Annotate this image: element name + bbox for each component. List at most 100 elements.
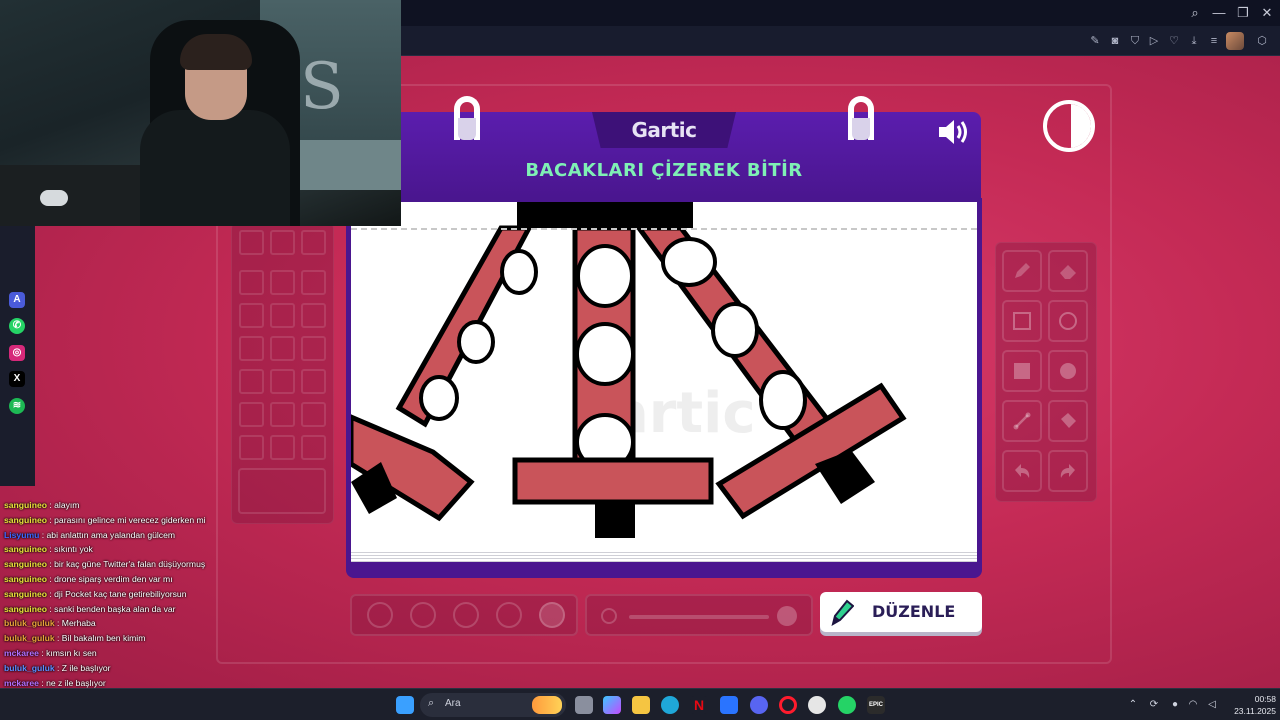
color-swatch[interactable] — [239, 336, 264, 361]
mail-icon[interactable] — [720, 696, 738, 714]
instagram-icon[interactable]: ◎ — [9, 345, 25, 361]
chat-username[interactable]: sanguineo — [4, 559, 47, 569]
netflix-icon[interactable]: N — [690, 696, 708, 714]
volume-icon[interactable]: ◁ — [1206, 699, 1218, 711]
prompt-text: BACAKLARI ÇİZEREK BİTİR — [525, 160, 803, 181]
square-outline-icon[interactable] — [1002, 300, 1042, 342]
brush-size-2[interactable] — [410, 602, 436, 628]
steam-icon[interactable] — [808, 696, 826, 714]
camera-icon[interactable]: ◙ — [1107, 33, 1123, 49]
x-icon[interactable]: X — [9, 371, 25, 387]
edit-button-label: DÜZENLE — [872, 602, 956, 621]
edit-button[interactable]: DÜZENLE — [820, 592, 982, 632]
chat-message: sanguineo : alayım — [4, 500, 80, 510]
chat-username[interactable]: sanguineo — [4, 574, 47, 584]
heart-icon[interactable]: ♡ — [1166, 33, 1182, 49]
chat-message: buluk_guluk : Merhaba — [4, 618, 96, 629]
task-view-icon[interactable] — [575, 696, 593, 714]
extension-icon[interactable]: ⬡ — [1254, 33, 1270, 49]
whatsapp-icon[interactable]: ✆ — [9, 318, 25, 334]
color-swatch[interactable] — [239, 230, 264, 255]
search-box[interactable]: ⌕ Ara — [420, 693, 566, 717]
color-swatch[interactable] — [270, 369, 295, 394]
chat-username[interactable]: buluk_guluk — [4, 663, 55, 673]
color-swatch[interactable] — [239, 435, 264, 460]
color-swatch[interactable] — [270, 303, 295, 328]
play-icon[interactable]: ▷ — [1146, 33, 1162, 49]
chat-message: sanguineo : sıkıntı yok — [4, 544, 93, 555]
color-swatch[interactable] — [239, 369, 264, 394]
opera-icon[interactable] — [779, 696, 797, 714]
drawing-canvas[interactable]: artic — [351, 202, 977, 562]
chat-username[interactable]: mckaree — [4, 678, 39, 688]
chat-username[interactable]: buluk_guluk — [4, 633, 55, 643]
clock[interactable]: 00:58 23.11.2025 — [1226, 693, 1276, 717]
speaker-icon[interactable] — [936, 116, 972, 148]
chat-username[interactable]: sanguineo — [4, 544, 47, 554]
color-swatch[interactable] — [239, 303, 264, 328]
copilot-icon[interactable] — [603, 696, 621, 714]
chevron-up-icon[interactable]: ⌃ — [1127, 699, 1139, 711]
file-explorer-icon[interactable] — [632, 696, 650, 714]
color-swatch[interactable] — [301, 230, 326, 255]
chat-username[interactable]: sanguineo — [4, 604, 47, 614]
pencil-icon[interactable] — [1002, 250, 1042, 292]
brush-size-4[interactable] — [496, 602, 522, 628]
brush-size-3[interactable] — [453, 602, 479, 628]
chat-username[interactable]: Lisyumu — [4, 530, 39, 540]
circle-filled-icon[interactable] — [1048, 350, 1088, 392]
close-icon[interactable]: ✕ — [1259, 5, 1275, 21]
color-swatch[interactable] — [301, 435, 326, 460]
chat-username[interactable]: mckaree — [4, 648, 39, 658]
sync-icon[interactable]: ⟳ — [1148, 699, 1160, 711]
color-swatch[interactable] — [270, 230, 295, 255]
color-swatch[interactable] — [270, 270, 295, 295]
redo-icon[interactable] — [1048, 450, 1088, 492]
download-icon[interactable]: ⤓ — [1186, 33, 1202, 49]
color-swatch[interactable] — [239, 270, 264, 295]
opacity-handle[interactable] — [777, 606, 797, 626]
chat-username[interactable]: sanguineo — [4, 515, 47, 525]
fill-bucket-icon[interactable] — [1048, 400, 1088, 442]
mic-icon[interactable]: ● — [1169, 699, 1181, 711]
color-swatch[interactable] — [301, 303, 326, 328]
chat-username[interactable]: sanguineo — [4, 589, 47, 599]
spotify-icon[interactable]: ≋ — [9, 398, 25, 414]
circle-outline-icon[interactable] — [1048, 300, 1088, 342]
brush-size-1[interactable] — [367, 602, 393, 628]
square-filled-icon[interactable] — [1002, 350, 1042, 392]
opacity-slider[interactable] — [585, 594, 813, 636]
undo-icon[interactable] — [1002, 450, 1042, 492]
line-icon[interactable] — [1002, 400, 1042, 442]
color-swatch[interactable] — [270, 402, 295, 427]
color-swatch[interactable] — [301, 270, 326, 295]
edit-icon[interactable]: ✎ — [1087, 33, 1103, 49]
minimize-icon[interactable]: — — [1211, 5, 1227, 21]
epic-games-icon[interactable]: EPIC — [867, 696, 885, 714]
shield-icon[interactable]: ⛉ — [1127, 33, 1143, 49]
chat-message: sanguineo : dji Pocket kaç tane getirebi… — [4, 588, 187, 599]
color-swatch[interactable] — [301, 369, 326, 394]
color-swatch[interactable] — [270, 435, 295, 460]
color-swatch[interactable] — [301, 402, 326, 427]
brush-size-5[interactable] — [539, 602, 565, 628]
widget-icon[interactable] — [532, 696, 562, 714]
edge-icon[interactable] — [661, 696, 679, 714]
current-color-swatch[interactable] — [238, 468, 326, 514]
discord-icon[interactable] — [750, 696, 768, 714]
a-icon[interactable]: A — [9, 292, 25, 308]
color-swatch[interactable] — [301, 336, 326, 361]
eraser-icon[interactable] — [1048, 250, 1088, 292]
chat-username[interactable]: buluk_guluk — [4, 618, 55, 628]
profile-avatar[interactable] — [1226, 32, 1244, 50]
whatsapp-taskbar-icon[interactable] — [838, 696, 856, 714]
restore-icon[interactable]: ❐ — [1235, 5, 1251, 21]
color-swatch[interactable] — [239, 402, 264, 427]
color-swatch[interactable] — [270, 336, 295, 361]
search-icon[interactable]: ⌕ — [1187, 5, 1203, 21]
windows-start-icon[interactable] — [396, 696, 414, 714]
chat-username[interactable]: sanguineo — [4, 500, 47, 510]
menu-icon[interactable]: ≡ — [1206, 33, 1222, 49]
opacity-track[interactable] — [629, 615, 769, 619]
wifi-icon[interactable]: ◠ — [1187, 699, 1199, 711]
